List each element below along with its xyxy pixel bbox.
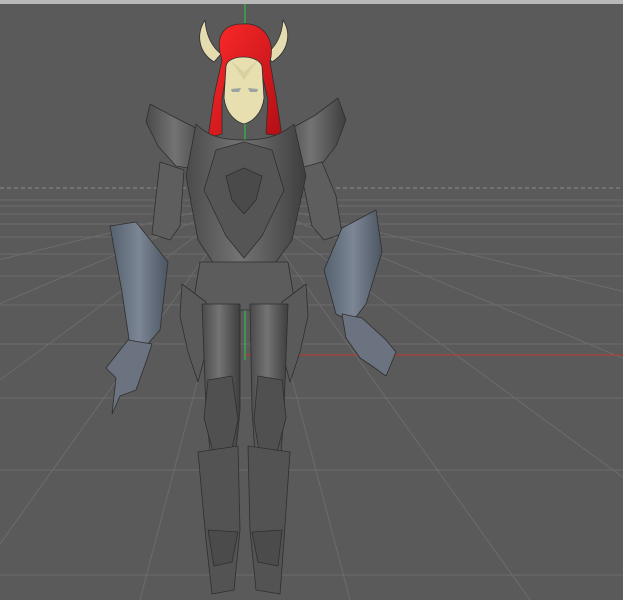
viewport-background bbox=[0, 0, 623, 600]
viewport-canvas[interactable] bbox=[0, 0, 623, 600]
face bbox=[223, 56, 265, 125]
3d-viewport[interactable] bbox=[0, 0, 623, 600]
waist-armor bbox=[191, 261, 297, 311]
viewport-top-border bbox=[0, 0, 623, 4]
